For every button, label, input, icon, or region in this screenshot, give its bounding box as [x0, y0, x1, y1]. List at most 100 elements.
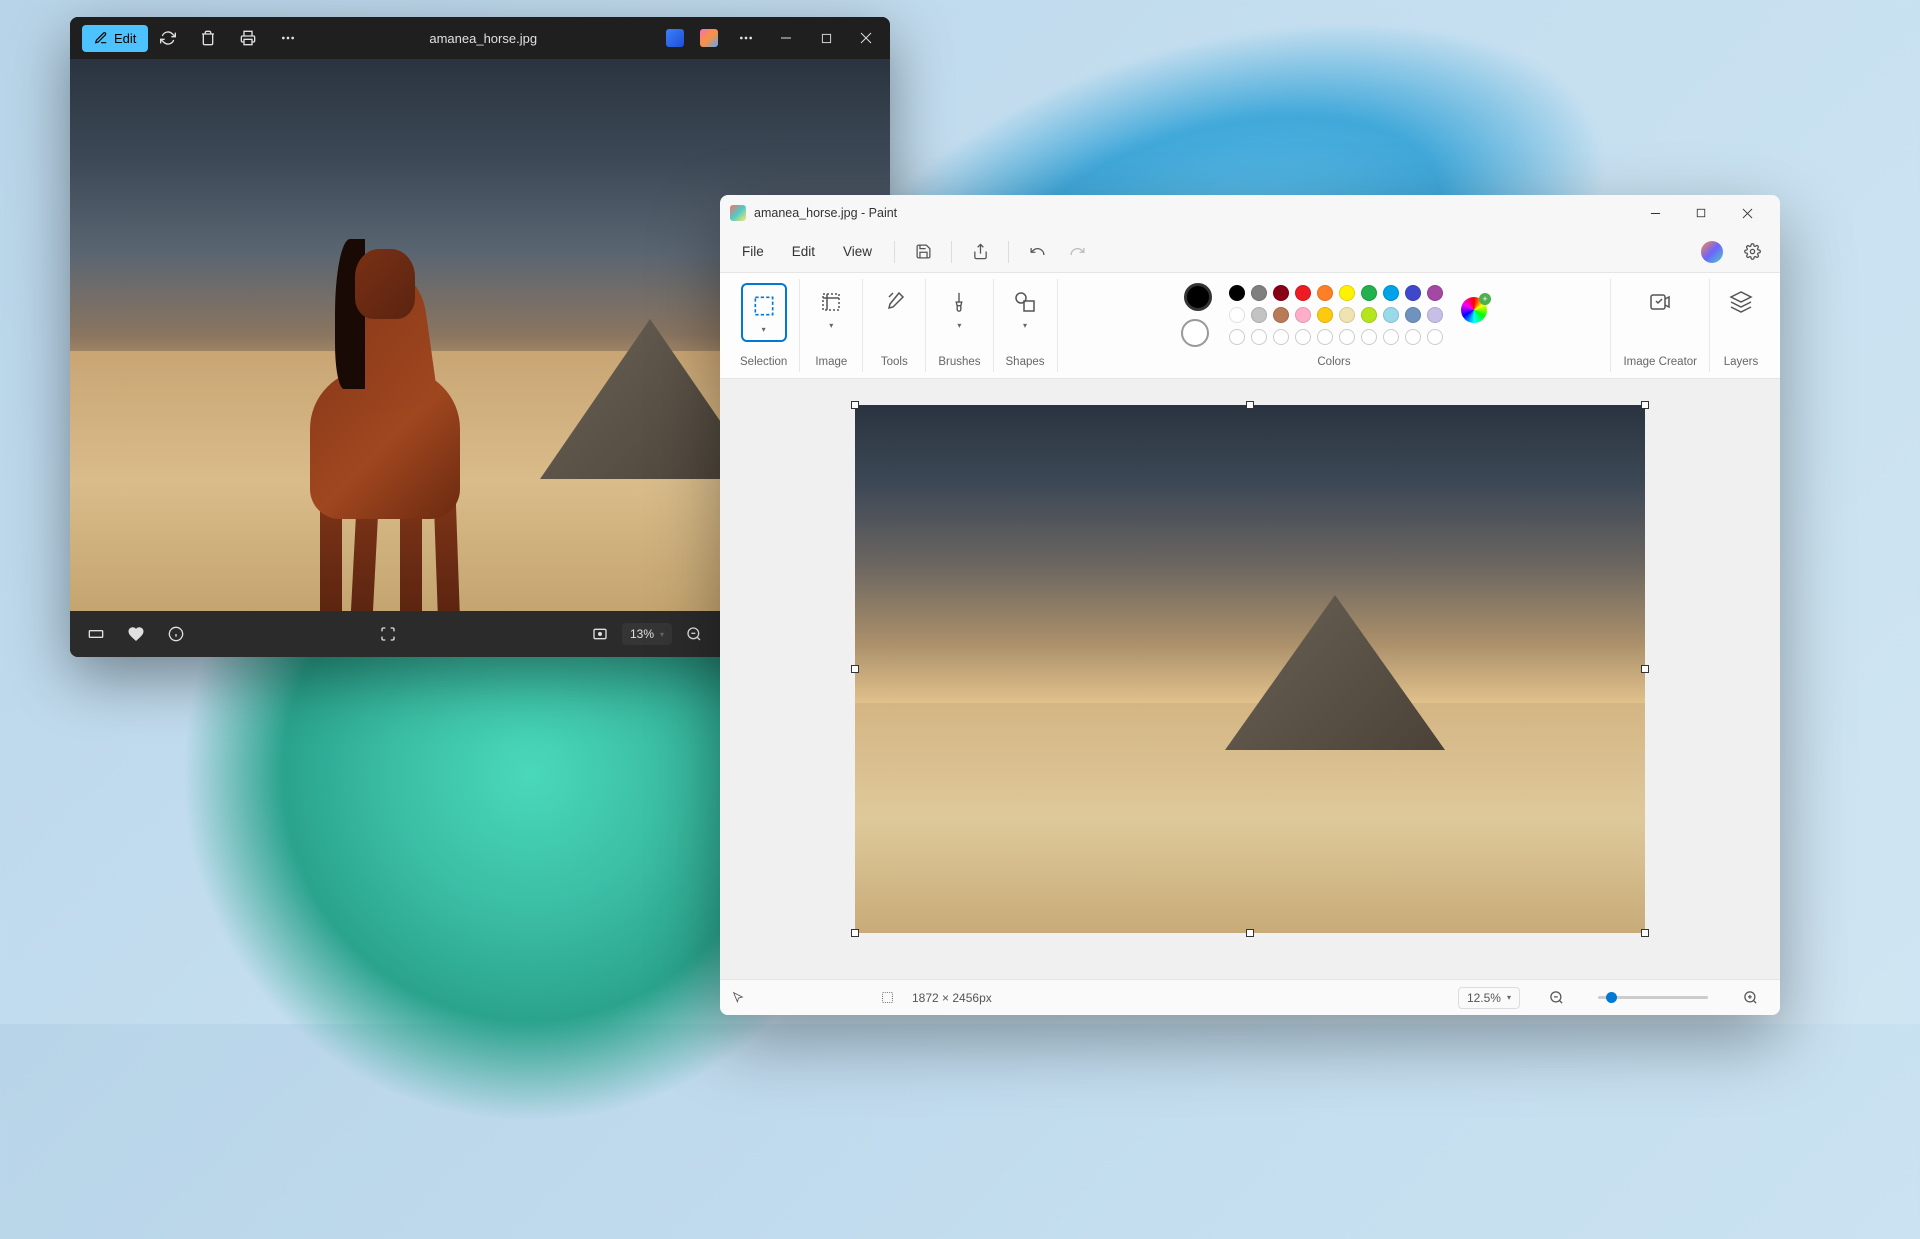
resize-handle-tl[interactable]: [851, 401, 859, 409]
color-swatch[interactable]: [1405, 307, 1421, 323]
save-button[interactable]: [905, 236, 941, 268]
layers-button[interactable]: [1722, 283, 1760, 321]
designer-app-icon[interactable]: [700, 29, 718, 47]
fullscreen-button[interactable]: [370, 616, 406, 652]
paint-titlebar: amanea_horse.jpg - Paint: [720, 195, 1780, 231]
print-button[interactable]: [228, 18, 268, 58]
more-button[interactable]: [268, 18, 308, 58]
more-apps-button[interactable]: [726, 18, 766, 58]
ribbon-label-layers: Layers: [1724, 356, 1759, 368]
info-button[interactable]: [158, 616, 194, 652]
maximize-button[interactable]: [1678, 197, 1724, 229]
close-button[interactable]: [846, 18, 886, 58]
zoom-percent-dropdown[interactable]: 13% ▾: [622, 623, 672, 645]
zoom-slider-thumb[interactable]: [1606, 992, 1617, 1003]
paint-window: amanea_horse.jpg - Paint File Edit View: [720, 195, 1780, 1015]
color-swatch[interactable]: [1273, 285, 1289, 301]
copilot-icon: [1701, 241, 1723, 263]
color-swatch[interactable]: [1339, 307, 1355, 323]
menu-edit[interactable]: Edit: [780, 238, 827, 265]
secondary-color-swatch[interactable]: [1181, 319, 1209, 347]
color-swatch[interactable]: [1339, 285, 1355, 301]
color-swatch[interactable]: [1295, 329, 1311, 345]
resize-handle-t[interactable]: [1246, 401, 1254, 409]
copilot-button[interactable]: [1694, 236, 1730, 268]
color-swatch[interactable]: [1427, 285, 1443, 301]
edit-colors-button[interactable]: [1461, 297, 1487, 323]
minimize-button[interactable]: [766, 18, 806, 58]
ribbon-group-colors: Colors: [1058, 279, 1612, 372]
zoom-slider[interactable]: [1598, 996, 1708, 999]
image-creator-button[interactable]: [1641, 283, 1679, 321]
menu-view[interactable]: View: [831, 238, 884, 265]
zoom-out-button[interactable]: [1538, 982, 1574, 1014]
color-swatch[interactable]: [1251, 329, 1267, 345]
ribbon-group-layers: Layers: [1710, 279, 1772, 372]
chevron-down-icon: ▾: [1023, 321, 1027, 330]
color-swatch[interactable]: [1339, 329, 1355, 345]
brushes-button[interactable]: ▾: [940, 283, 978, 334]
color-swatch[interactable]: [1317, 307, 1333, 323]
ribbon-group-tools: Tools: [863, 279, 926, 372]
color-swatch[interactable]: [1383, 307, 1399, 323]
favorite-button[interactable]: [118, 616, 154, 652]
color-swatch[interactable]: [1251, 307, 1267, 323]
primary-color-swatch[interactable]: [1184, 283, 1212, 311]
color-swatch[interactable]: [1229, 285, 1245, 301]
shapes-button[interactable]: ▾: [1006, 283, 1044, 334]
filmstrip-button[interactable]: [78, 616, 114, 652]
minimize-button[interactable]: [1632, 197, 1678, 229]
photos-app-icon[interactable]: [666, 29, 684, 47]
chevron-down-icon: ▾: [1507, 993, 1511, 1002]
delete-button[interactable]: [188, 18, 228, 58]
zoom-out-button[interactable]: [676, 616, 712, 652]
color-swatch[interactable]: [1405, 329, 1421, 345]
color-swatch[interactable]: [1317, 329, 1333, 345]
close-button[interactable]: [1724, 197, 1770, 229]
color-swatch[interactable]: [1295, 307, 1311, 323]
paint-canvas-selection[interactable]: [855, 405, 1645, 933]
menu-file[interactable]: File: [730, 238, 776, 265]
color-swatch[interactable]: [1361, 329, 1377, 345]
image-tool-button[interactable]: ▾: [812, 283, 850, 334]
resize-handle-br[interactable]: [1641, 929, 1649, 937]
slideshow-button[interactable]: [582, 616, 618, 652]
tools-button[interactable]: [875, 283, 913, 321]
chevron-down-icon: ▾: [957, 321, 961, 330]
color-swatch[interactable]: [1251, 285, 1267, 301]
zoom-in-button[interactable]: [1732, 982, 1768, 1014]
selection-tool-button[interactable]: ▾: [741, 283, 787, 342]
color-swatch[interactable]: [1427, 329, 1443, 345]
color-swatch[interactable]: [1383, 285, 1399, 301]
zoom-percent-dropdown[interactable]: 12.5% ▾: [1458, 987, 1520, 1009]
menu-divider: [951, 241, 952, 263]
share-button[interactable]: [962, 236, 998, 268]
paint-canvas-area[interactable]: [720, 379, 1780, 979]
redo-button[interactable]: [1059, 236, 1095, 268]
color-swatch[interactable]: [1295, 285, 1311, 301]
edit-button[interactable]: Edit: [82, 25, 148, 52]
chevron-down-icon: ▾: [660, 630, 664, 639]
maximize-button[interactable]: [806, 18, 846, 58]
color-swatch[interactable]: [1361, 307, 1377, 323]
resize-handle-l[interactable]: [851, 665, 859, 673]
paint-canvas[interactable]: [855, 405, 1645, 933]
color-swatch[interactable]: [1273, 329, 1289, 345]
rotate-button[interactable]: [148, 18, 188, 58]
color-swatch[interactable]: [1361, 285, 1377, 301]
color-swatch[interactable]: [1427, 307, 1443, 323]
color-swatch[interactable]: [1273, 307, 1289, 323]
settings-button[interactable]: [1734, 236, 1770, 268]
color-swatch[interactable]: [1229, 307, 1245, 323]
canvas-size-icon: [881, 991, 894, 1004]
color-swatch[interactable]: [1405, 285, 1421, 301]
color-swatch[interactable]: [1383, 329, 1399, 345]
undo-button[interactable]: [1019, 236, 1055, 268]
color-swatch[interactable]: [1229, 329, 1245, 345]
color-swatch[interactable]: [1317, 285, 1333, 301]
resize-handle-bl[interactable]: [851, 929, 859, 937]
menu-divider: [894, 241, 895, 263]
resize-handle-b[interactable]: [1246, 929, 1254, 937]
resize-handle-tr[interactable]: [1641, 401, 1649, 409]
resize-handle-r[interactable]: [1641, 665, 1649, 673]
